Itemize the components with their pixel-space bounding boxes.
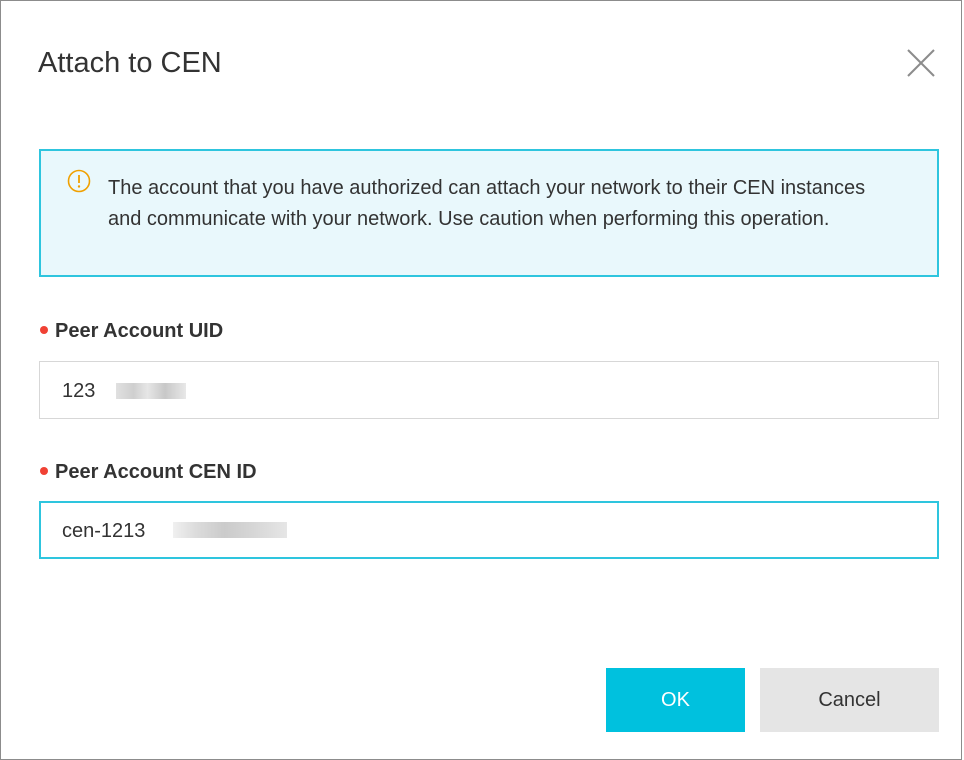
cancel-button[interactable]: Cancel [760,668,939,732]
close-button[interactable] [905,47,937,79]
peer-cen-id-value: cen-1213 [62,520,146,542]
peer-cen-id-input[interactable]: cen-1213 [39,501,939,559]
notice-banner: The account that you have authorized can… [39,149,939,277]
peer-uid-label-text: Peer Account UID [55,320,224,342]
attach-to-cen-dialog: Attach to CEN The account that you have … [0,0,962,760]
dialog-title: Attach to CEN [38,47,222,79]
peer-cen-id-label: Peer Account CEN ID [40,460,257,484]
redacted-value [116,383,186,399]
peer-cen-id-label-text: Peer Account CEN ID [55,461,257,483]
notice-text: The account that you have authorized can… [108,177,866,230]
close-icon [907,49,935,77]
ok-button[interactable]: OK [606,668,745,732]
required-indicator [40,467,48,475]
redacted-value [173,522,287,538]
peer-uid-value: 123 [62,380,96,402]
peer-uid-label: Peer Account UID [40,319,223,343]
required-indicator [40,326,48,334]
peer-uid-input[interactable]: 123 [39,361,939,419]
info-circle-icon [67,169,91,193]
